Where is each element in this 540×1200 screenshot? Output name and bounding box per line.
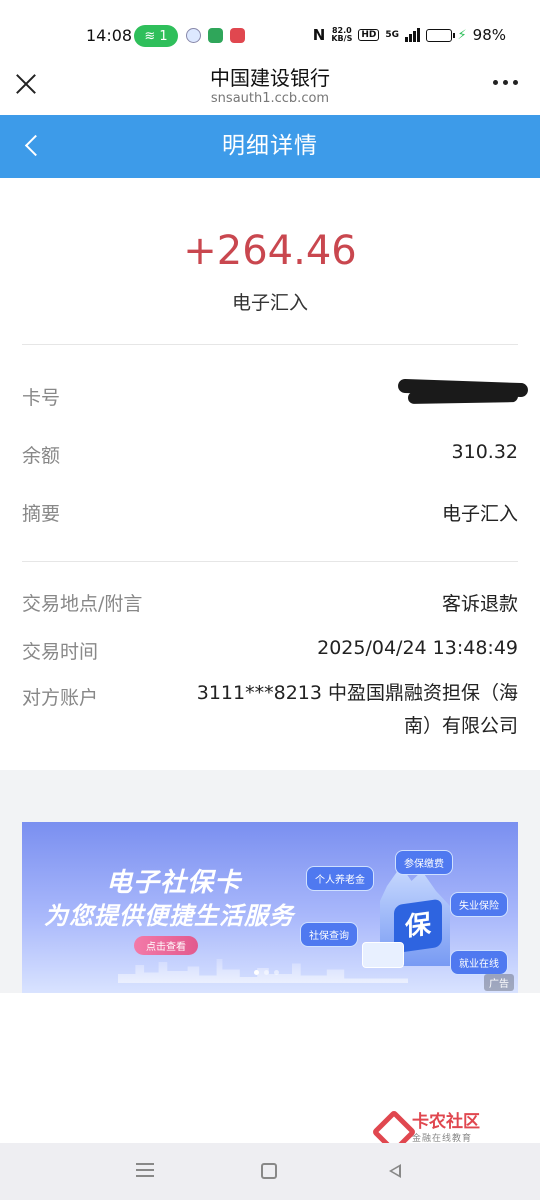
transaction-type: 电子汇入 [231,292,308,314]
battery-percent: 98% [472,26,506,44]
wifi-icon: ≋ [144,28,156,44]
status-right-group: N 82.0 KB/S HD 5G ⚡ 98% [313,26,506,44]
status-time: 14:08 [86,26,133,45]
divider [22,344,518,345]
ad-banner[interactable]: 电子社保卡 为您提供便捷生活服务 点击查看 保 个人养老金 参保缴费 失业保险 … [22,822,518,993]
location-value: 客诉退款 [441,593,518,615]
recent-apps-icon[interactable] [136,1163,154,1177]
network-speed: 82.0 KB/S [331,27,352,43]
watermark-slogan: 金融在线教育 [412,1133,473,1144]
transaction-detail-card: +264.46 电子汇入 卡号 余额 310.32 摘要 电子汇入 交易地点/附… [0,178,540,770]
network-speed-unit: KB/S [331,34,353,43]
browser-header: 中国建设银行 snsauth1.ccb.com [0,50,540,115]
charging-icon: ⚡ [457,27,467,43]
app-notification-icon [186,28,201,43]
system-nav-bar [0,1143,540,1200]
balance-value: 310.32 [451,441,518,463]
transaction-amount: +264.46 [183,228,357,274]
watermark-logo-icon [374,1112,406,1144]
banner-tag: 就业在线 [450,950,508,975]
transaction-time-value: 2025/04/24 13:48:49 [317,637,518,659]
ad-label: 广告 [484,974,514,991]
signal-icon [405,28,420,42]
counterparty-value: 3111***8213 中盈国鼎融资担保（海南）有限公司 [196,682,518,737]
back-arrow-icon[interactable] [22,135,44,157]
card-illustration [362,942,404,968]
balance-label: 余额 [22,445,61,467]
nfc-icon: N [312,26,326,44]
banner-view-button[interactable]: 点击查看 [134,936,198,955]
banner-tag: 个人养老金 [306,866,374,891]
counterparty-label: 对方账户 [22,687,99,709]
location-label: 交易地点/附言 [22,593,143,615]
carousel-indicator [254,970,279,975]
home-icon[interactable] [261,1163,277,1179]
page-url: snsauth1.ccb.com [210,91,330,106]
battery-icon [425,28,455,42]
network-type: 5G [385,30,400,40]
system-back-icon[interactable] [385,1162,403,1180]
card-number-label: 卡号 [22,387,61,409]
banner-tag: 失业保险 [450,892,508,917]
hotspot-count: 1 [159,28,168,44]
bank-notification-icon [230,28,245,43]
watermark: 卡农社区 金融在线教育 [374,1112,480,1144]
divider [22,561,518,562]
hotspot-indicator: ≋ 1 [134,25,178,47]
banner-tag: 社保查询 [300,922,358,947]
shield-notification-icon [208,28,223,43]
banner-subtitle: 为您提供便捷生活服务 [44,902,294,930]
banner-tag: 参保缴费 [395,850,453,875]
summary-value: 电子汇入 [441,503,518,525]
transaction-time-label: 交易时间 [22,641,99,663]
watermark-name: 卡农社区 [412,1111,480,1132]
page-title: 中国建设银行 [210,66,330,90]
nav-title: 明细详情 [222,133,318,159]
nav-bar: 明细详情 [0,115,540,178]
banner-title: 电子社保卡 [106,868,242,898]
summary-label: 摘要 [22,503,61,525]
more-options-icon[interactable] [493,80,518,85]
hd-icon: HD [358,29,380,41]
card-number-redacted [398,379,532,405]
